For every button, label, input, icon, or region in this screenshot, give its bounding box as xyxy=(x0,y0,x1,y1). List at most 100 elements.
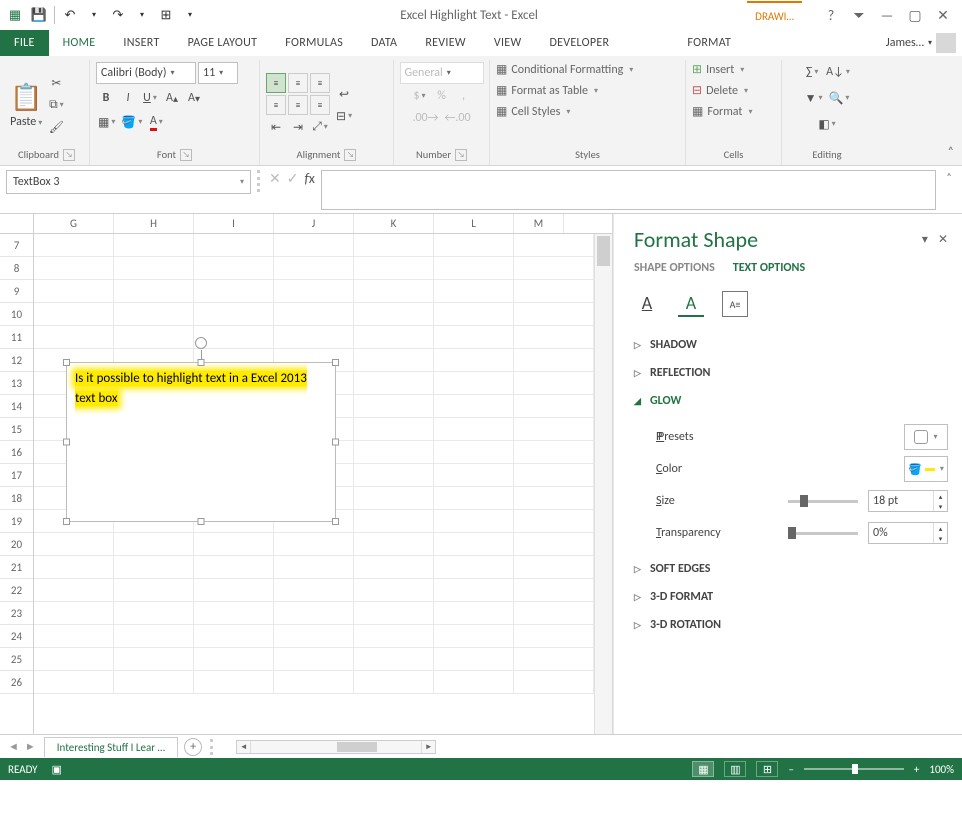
resize-handle-nw[interactable] xyxy=(63,359,70,366)
row-12[interactable]: 12 xyxy=(0,349,33,372)
expand-formula-bar-icon[interactable]: ˄ xyxy=(942,170,956,183)
decrease-decimal-icon[interactable]: ←.00 xyxy=(443,108,473,128)
resize-handle-w[interactable] xyxy=(63,439,70,446)
row-9[interactable]: 9 xyxy=(0,280,33,303)
pane-close-icon[interactable]: ✕ xyxy=(938,232,948,247)
resize-handle-n[interactable] xyxy=(198,359,205,366)
vertical-scrollbar[interactable] xyxy=(594,234,612,734)
textbox-text[interactable]: Is it possible to highlight text in a Ex… xyxy=(75,371,307,406)
row-18[interactable]: 18 xyxy=(0,487,33,510)
glow-transparency-slider[interactable] xyxy=(788,532,858,535)
textbox-shape[interactable]: Is it possible to highlight text in a Ex… xyxy=(66,362,336,522)
delete-cells-button[interactable]: ⊟Delete▾ xyxy=(692,83,748,98)
cut-icon[interactable]: ✂ xyxy=(46,73,66,93)
font-size-combo[interactable]: 11▾ xyxy=(198,62,238,84)
hscroll-left-icon[interactable]: ◄ xyxy=(237,741,251,753)
tab-review[interactable]: REVIEW xyxy=(411,30,480,56)
percent-icon[interactable]: % xyxy=(432,86,452,106)
row-25[interactable]: 25 xyxy=(0,648,33,671)
decrease-font-icon[interactable]: A▾ xyxy=(184,88,204,108)
sheet-nav-prev-icon[interactable]: ◄ xyxy=(8,740,19,753)
align-top-center-icon[interactable]: ≡ xyxy=(288,73,308,93)
resize-handle-s[interactable] xyxy=(198,518,205,525)
macro-record-icon[interactable]: ▣ xyxy=(52,763,62,776)
section-shadow[interactable]: ▷SHADOW xyxy=(634,331,948,359)
row-23[interactable]: 23 xyxy=(0,602,33,625)
orientation-icon[interactable]: ⤢▾ xyxy=(310,117,330,137)
font-color-icon[interactable]: A▾ xyxy=(146,112,166,132)
conditional-formatting-button[interactable]: ▦Conditional Formatting▾ xyxy=(496,62,633,77)
redo-icon[interactable]: ↷ xyxy=(107,4,129,26)
help-icon[interactable]: ? xyxy=(822,7,840,24)
cells-area[interactable]: // placeholder - rows rendered below via… xyxy=(34,234,594,734)
row-17[interactable]: 17 xyxy=(0,464,33,487)
name-box[interactable]: TextBox 3▾ xyxy=(6,170,251,194)
col-K[interactable]: K xyxy=(354,214,434,233)
format-cells-button[interactable]: ▦Format▾ xyxy=(692,104,752,119)
section-3d-rotation[interactable]: ▷3-D ROTATION xyxy=(634,611,948,639)
row-13[interactable]: 13 xyxy=(0,372,33,395)
find-select-icon[interactable]: 🔍▾ xyxy=(826,88,851,108)
undo-drop-icon[interactable]: ▾ xyxy=(83,4,105,26)
account-name[interactable]: James… xyxy=(886,36,924,50)
zoom-in-icon[interactable]: + xyxy=(914,763,919,776)
row-10[interactable]: 10 xyxy=(0,303,33,326)
save-icon[interactable]: 💾 xyxy=(28,4,50,26)
fill-color-icon[interactable]: 🪣▾ xyxy=(119,112,144,132)
view-normal-icon[interactable]: ▦ xyxy=(692,761,714,777)
zoom-slider[interactable] xyxy=(804,768,904,770)
align-right-icon[interactable]: ≡ xyxy=(310,95,330,115)
increase-indent-icon[interactable]: ⇥ xyxy=(288,117,308,137)
tab-home[interactable]: HOME xyxy=(49,30,110,56)
tab-formulas[interactable]: FORMULAS xyxy=(271,30,357,56)
text-effects-icon[interactable]: A xyxy=(678,291,704,317)
rotate-handle-icon[interactable] xyxy=(195,337,207,349)
row-14[interactable]: 14 xyxy=(0,395,33,418)
redo-drop-icon[interactable]: ▾ xyxy=(131,4,153,26)
align-left-icon[interactable]: ≡ xyxy=(266,95,286,115)
resize-handle-ne[interactable] xyxy=(332,359,339,366)
minimize-icon[interactable]: — xyxy=(878,7,896,24)
zoom-out-icon[interactable]: – xyxy=(788,763,793,776)
row-24[interactable]: 24 xyxy=(0,625,33,648)
touch-mode-icon[interactable]: ⊞ xyxy=(155,4,177,26)
col-I[interactable]: I xyxy=(194,214,274,233)
col-J[interactable]: J xyxy=(274,214,354,233)
select-all-corner[interactable] xyxy=(0,214,34,233)
row-26[interactable]: 26 xyxy=(0,671,33,694)
align-top-left-icon[interactable]: ≡ xyxy=(266,73,286,93)
cell-styles-button[interactable]: ▦Cell Styles▾ xyxy=(496,104,570,119)
resize-handle-se[interactable] xyxy=(332,518,339,525)
bold-button[interactable]: B xyxy=(96,88,116,108)
tab-view[interactable]: VIEW xyxy=(480,30,536,56)
resize-handle-e[interactable] xyxy=(332,439,339,446)
italic-button[interactable]: I xyxy=(118,88,138,108)
borders-icon[interactable]: ▦▾ xyxy=(96,112,117,132)
row-7[interactable]: 7 xyxy=(0,234,33,257)
view-page-layout-icon[interactable]: ▥ xyxy=(724,761,746,777)
fx-icon[interactable]: fx xyxy=(304,170,314,187)
avatar[interactable] xyxy=(936,33,956,53)
formula-input[interactable] xyxy=(321,170,936,210)
excel-icon[interactable]: ▦ xyxy=(4,4,26,26)
sheet-tab-active[interactable]: Interesting Stuff I Lear … xyxy=(44,737,178,757)
hscroll-right-icon[interactable]: ► xyxy=(421,741,435,753)
fill-icon[interactable]: ▼▾ xyxy=(803,88,825,108)
row-21[interactable]: 21 xyxy=(0,556,33,579)
section-3d-format[interactable]: ▷3-D FORMAT xyxy=(634,583,948,611)
autosum-icon[interactable]: ∑▾ xyxy=(802,62,822,82)
tab-data[interactable]: DATA xyxy=(357,30,411,56)
font-dialog-icon[interactable]: ↘ xyxy=(180,149,192,161)
comma-icon[interactable]: , xyxy=(454,86,474,106)
account-drop-icon[interactable]: ▾ xyxy=(928,38,932,48)
merge-center-icon[interactable]: ⊟▾ xyxy=(334,106,354,126)
clear-icon[interactable]: ◧▾ xyxy=(816,114,837,134)
row-22[interactable]: 22 xyxy=(0,579,33,602)
maximize-icon[interactable]: ▢ xyxy=(906,7,924,24)
col-H[interactable]: H xyxy=(114,214,194,233)
shape-options-tab[interactable]: SHAPE OPTIONS xyxy=(634,261,715,279)
section-soft-edges[interactable]: ▷SOFT EDGES xyxy=(634,555,948,583)
row-16[interactable]: 16 xyxy=(0,441,33,464)
row-11[interactable]: 11 xyxy=(0,326,33,349)
textbox-layout-icon[interactable]: A≡ xyxy=(722,291,748,317)
